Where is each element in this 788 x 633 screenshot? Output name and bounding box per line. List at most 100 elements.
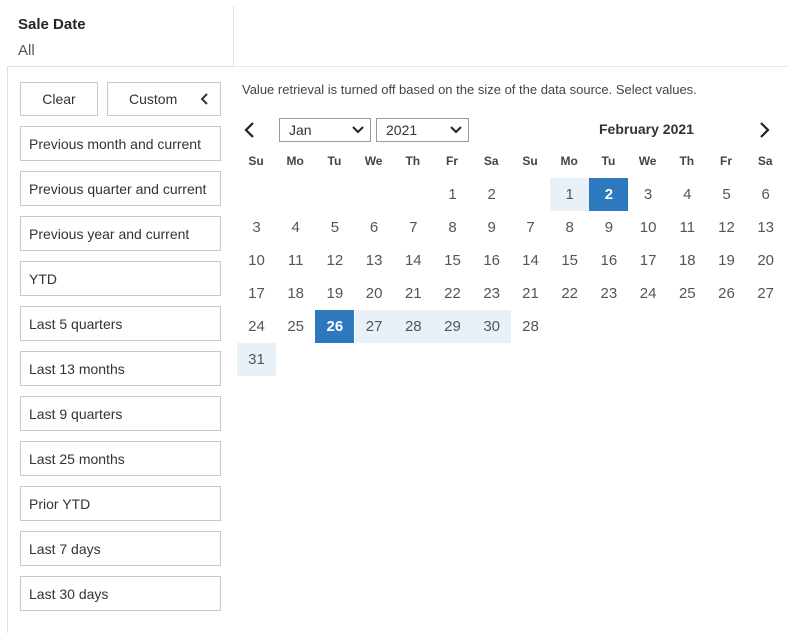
calendar-day[interactable]: 17 — [237, 277, 276, 310]
calendar-day[interactable]: 15 — [550, 244, 589, 277]
preset-last-7-days[interactable]: Last 7 days — [20, 531, 221, 566]
calendar-day[interactable]: 28 — [393, 310, 433, 343]
month-select-value: Jan — [289, 122, 312, 138]
preset-last-25-months[interactable]: Last 25 months — [20, 441, 221, 476]
calendar-day[interactable]: 24 — [237, 310, 276, 343]
calendar-day[interactable]: 1 — [433, 178, 472, 211]
calendar-day[interactable]: 4 — [276, 211, 315, 244]
calendar-day[interactable]: 23 — [589, 277, 628, 310]
calendar-day[interactable]: 31 — [237, 343, 276, 376]
preset-previous-month[interactable]: Previous month and current — [20, 126, 221, 161]
calendar-day[interactable]: 6 — [746, 178, 785, 211]
calendar-day[interactable]: 13 — [355, 244, 394, 277]
weekday-header: We — [638, 154, 657, 168]
calendar-day[interactable]: 22 — [433, 277, 472, 310]
chevron-down-icon — [352, 126, 364, 134]
calendar-day[interactable]: 16 — [589, 244, 628, 277]
calendar-day[interactable]: 27 — [746, 277, 785, 310]
calendar-day[interactable]: 21 — [511, 277, 550, 310]
preset-last-9-quarters[interactable]: Last 9 quarters — [20, 396, 221, 431]
calendar-day[interactable]: 1 — [550, 178, 590, 211]
weekday-header: Mo — [286, 154, 304, 168]
previous-month-icon[interactable] — [242, 121, 258, 139]
calendar-day[interactable]: 12 — [707, 211, 746, 244]
calendar-day[interactable]: 27 — [354, 310, 394, 343]
calendar-day[interactable]: 5 — [315, 211, 354, 244]
clear-button[interactable]: Clear — [20, 82, 98, 116]
calendar-day[interactable]: 17 — [629, 244, 668, 277]
preset-ytd[interactable]: YTD — [20, 261, 221, 296]
calendar-day[interactable]: 13 — [746, 211, 785, 244]
calendar-day[interactable]: 11 — [668, 211, 707, 244]
calendar-day[interactable]: 19 — [707, 244, 746, 277]
calendar-day[interactable]: 18 — [276, 277, 315, 310]
weekday-header: Sa — [757, 154, 773, 168]
preset-prior-ytd[interactable]: Prior YTD — [20, 486, 221, 521]
weekday-header: Tu — [601, 154, 616, 168]
preset-previous-year[interactable]: Previous year and current — [20, 216, 221, 251]
preset-label: Prior YTD — [29, 495, 91, 512]
preset-previous-quarter[interactable]: Previous quarter and current — [20, 171, 221, 206]
calendar-day[interactable]: 9 — [472, 211, 511, 244]
calendar-day[interactable]: 30 — [472, 310, 512, 343]
calendar-day[interactable]: 21 — [394, 277, 433, 310]
preset-last-5-quarters[interactable]: Last 5 quarters — [20, 306, 221, 341]
year-select[interactable]: 2021 — [376, 118, 469, 142]
calendar-day[interactable]: 23 — [472, 277, 511, 310]
calendar-day[interactable]: 18 — [668, 244, 707, 277]
calendar-day[interactable]: 8 — [550, 211, 589, 244]
next-month-icon[interactable] — [756, 121, 772, 139]
calendar-day[interactable]: 22 — [550, 277, 589, 310]
calendar-day[interactable]: 25 — [668, 277, 707, 310]
calendar-day[interactable]: 12 — [315, 244, 354, 277]
calendar-day[interactable]: 20 — [746, 244, 785, 277]
calendar-day[interactable]: 8 — [433, 211, 472, 244]
preset-label: Previous year and current — [29, 225, 190, 242]
calendar-day[interactable]: 15 — [433, 244, 472, 277]
calendar-day[interactable]: 10 — [629, 211, 668, 244]
chevron-down-icon — [450, 126, 462, 134]
preset-label: Last 30 days — [29, 585, 109, 602]
calendar-day[interactable]: 26 — [315, 310, 355, 343]
preset-last-13-months[interactable]: Last 13 months — [20, 351, 221, 386]
weekday-header: We — [364, 154, 383, 168]
calendar-day[interactable]: 14 — [394, 244, 433, 277]
calendar-day[interactable]: 28 — [511, 310, 550, 343]
custom-button[interactable]: Custom — [107, 82, 221, 116]
preset-label: Previous quarter and current — [29, 180, 207, 197]
calendar-day[interactable]: 3 — [237, 211, 276, 244]
calendar-day[interactable]: 19 — [315, 277, 354, 310]
month-select[interactable]: Jan — [279, 118, 371, 142]
calendar-day[interactable]: 29 — [433, 310, 472, 343]
calendar-day[interactable]: 10 — [237, 244, 276, 277]
retrieval-message: Value retrieval is turned off based on t… — [242, 82, 697, 97]
calendar-day[interactable]: 20 — [355, 277, 394, 310]
calendar-day[interactable]: 9 — [589, 211, 628, 244]
preset-label: Previous month and current — [29, 135, 201, 152]
calendar-day[interactable]: 6 — [355, 211, 394, 244]
preset-label: Last 13 months — [29, 360, 125, 377]
calendar-day[interactable]: 7 — [511, 211, 550, 244]
preset-label: Last 7 days — [29, 540, 101, 557]
calendar-day[interactable]: 24 — [629, 277, 668, 310]
calendar-day[interactable]: 25 — [276, 310, 315, 343]
filter-header[interactable]: Sale Date All — [7, 6, 234, 67]
calendar-day[interactable]: 4 — [668, 178, 707, 211]
calendar-day[interactable]: 26 — [707, 277, 746, 310]
calendar-day[interactable]: 2 — [472, 178, 511, 211]
calendar-day[interactable]: 2 — [589, 178, 629, 211]
chevron-left-icon — [200, 93, 208, 105]
preset-label: Last 25 months — [29, 450, 125, 467]
calendar-day[interactable]: 3 — [629, 178, 668, 211]
preset-label: Last 5 quarters — [29, 315, 123, 332]
weekday-header: Su — [248, 154, 264, 168]
weekday-header: Mo — [560, 154, 578, 168]
year-select-value: 2021 — [386, 122, 418, 138]
calendar-day[interactable]: 7 — [394, 211, 433, 244]
calendar-day[interactable]: 14 — [511, 244, 550, 277]
filter-title: Sale Date — [18, 16, 86, 33]
calendar-day[interactable]: 11 — [276, 244, 315, 277]
calendar-day[interactable]: 5 — [707, 178, 746, 211]
calendar-day[interactable]: 16 — [472, 244, 511, 277]
preset-last-30-days[interactable]: Last 30 days — [20, 576, 221, 611]
